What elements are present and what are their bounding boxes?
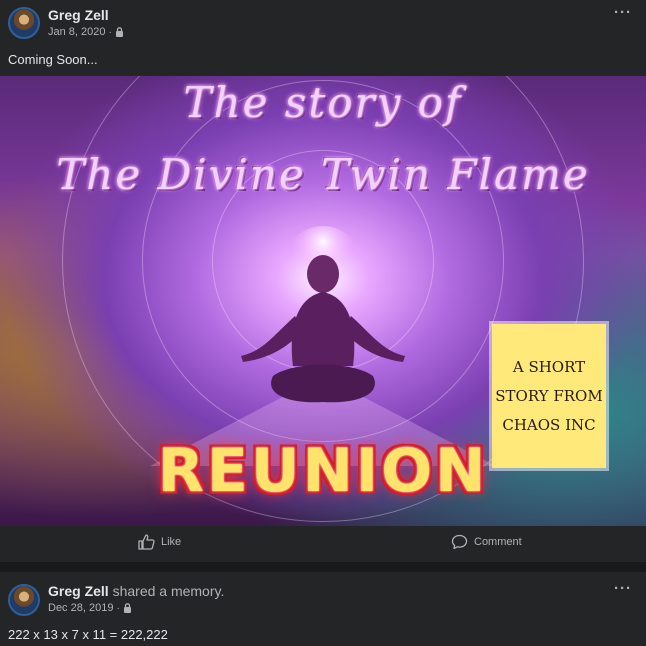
more-options-button[interactable]: ···	[614, 4, 632, 21]
post-actions: Like Comment	[0, 528, 646, 560]
like-button[interactable]: Like	[138, 534, 181, 550]
post-meta: Dec 28, 2019 ·	[48, 602, 132, 614]
post-image[interactable]: The story of The Divine Twin Flame A SHO…	[0, 76, 646, 526]
comment-label: Comment	[474, 536, 522, 548]
separator-dot: ·	[108, 26, 112, 38]
feed-post: Greg Zell Jan 8, 2020 · ··· Coming Soon.…	[0, 0, 646, 562]
more-options-button[interactable]: ···	[614, 580, 632, 597]
meditating-figure-icon	[241, 226, 405, 403]
thumbs-up-icon	[138, 534, 155, 550]
shared-memory-text: shared a memory.	[112, 583, 225, 599]
comment-button[interactable]: Comment	[451, 534, 522, 550]
lock-icon	[123, 603, 131, 613]
like-label: Like	[161, 536, 182, 548]
comment-icon	[451, 534, 468, 550]
note-line: A SHORT	[512, 357, 586, 376]
author-line: Greg Zell shared a memory.	[48, 583, 224, 599]
image-title-line-1: The story of	[183, 78, 463, 127]
post-date[interactable]: Jan 8, 2020	[48, 26, 106, 38]
feed-post: Greg Zell shared a memory. Dec 28, 2019 …	[0, 572, 646, 646]
lock-icon	[115, 27, 123, 37]
author-name[interactable]: Greg Zell	[48, 583, 109, 599]
post-text: Coming Soon...	[8, 52, 98, 67]
post-date[interactable]: Dec 28, 2019	[48, 602, 113, 614]
avatar[interactable]	[8, 584, 40, 616]
note-line: STORY FROM	[495, 386, 603, 405]
post-meta: Jan 8, 2020 ·	[48, 26, 124, 38]
image-banner-text: REUNION	[157, 436, 489, 506]
image-title-line-2: The Divine Twin Flame	[56, 150, 590, 199]
avatar[interactable]	[8, 7, 40, 39]
post-text: 222 x 13 x 7 x 11 = 222,222	[8, 627, 168, 642]
author-name[interactable]: Greg Zell	[48, 7, 109, 23]
separator-dot: ·	[116, 602, 120, 614]
